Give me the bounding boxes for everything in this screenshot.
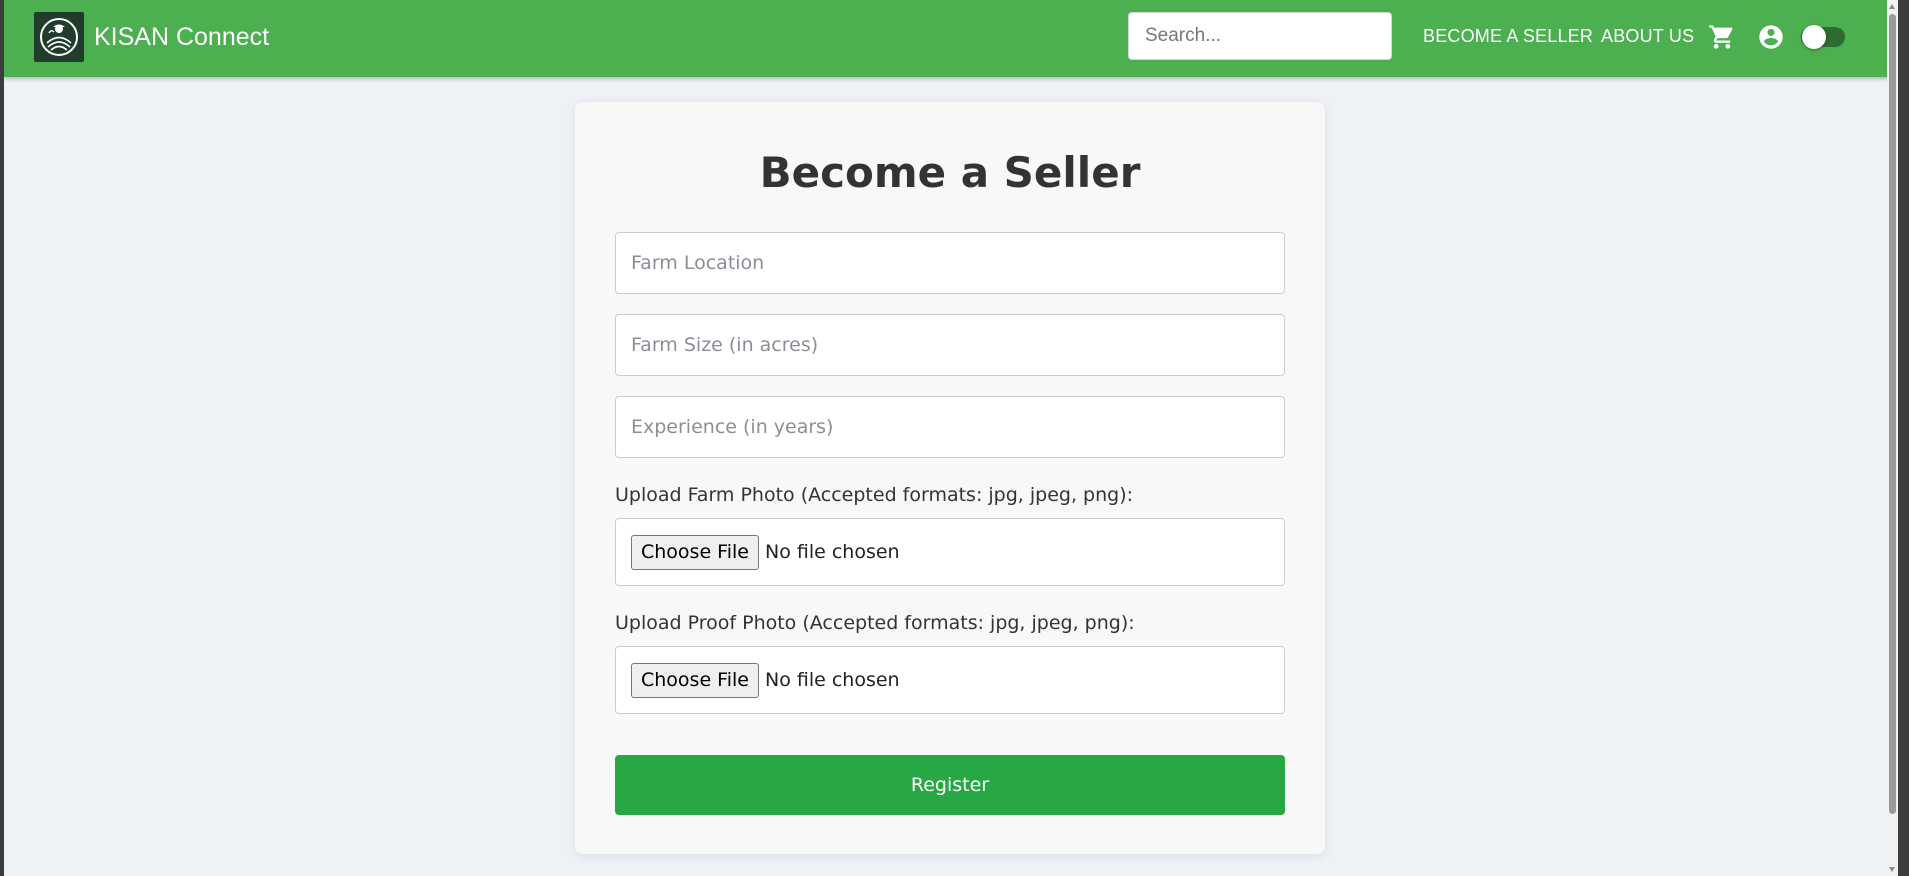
page: KISAN Connect BECOME A SELLER ABOUT US B… (4, 0, 1898, 876)
proof-photo-label: Upload Proof Photo (Accepted formats: jp… (615, 612, 1135, 634)
search-input[interactable] (1128, 12, 1392, 60)
scrollbar[interactable] (1887, 0, 1898, 876)
experience-input[interactable] (615, 396, 1285, 458)
account-icon[interactable] (1757, 23, 1785, 51)
brand-name: KISAN Connect (94, 22, 270, 51)
toggle-knob (1802, 25, 1826, 49)
theme-toggle[interactable] (1801, 25, 1845, 49)
farm-photo-label: Upload Farm Photo (Accepted formats: jpg… (615, 484, 1134, 506)
scrollbar-thumb[interactable] (1889, 14, 1896, 814)
farm-photo-upload: Choose File No file chosen (615, 518, 1285, 586)
logo-icon (34, 12, 84, 62)
proof-photo-file-status: No file chosen (764, 669, 900, 691)
farm-location-input[interactable] (615, 232, 1285, 294)
register-button[interactable]: Register (615, 755, 1285, 815)
navbar: KISAN Connect BECOME A SELLER ABOUT US (4, 0, 1898, 77)
seller-form-card: Become a Seller Upload Farm Photo (Accep… (575, 102, 1325, 854)
brand-link[interactable]: KISAN Connect (34, 12, 269, 62)
become-seller-link[interactable]: BECOME A SELLER (1423, 26, 1593, 47)
scroll-down-icon[interactable] (1889, 867, 1895, 872)
cart-icon[interactable] (1708, 23, 1736, 51)
farm-photo-choose-file-button[interactable]: Choose File (631, 534, 759, 570)
proof-photo-choose-file-button[interactable]: Choose File (631, 662, 759, 698)
farm-photo-file-status: No file chosen (764, 541, 900, 563)
proof-photo-upload: Choose File No file chosen (615, 646, 1285, 714)
page-title: Become a Seller (759, 148, 1141, 197)
farm-size-input[interactable] (615, 314, 1285, 376)
scroll-up-icon[interactable] (1889, 4, 1895, 9)
about-us-link[interactable]: ABOUT US (1601, 26, 1694, 47)
